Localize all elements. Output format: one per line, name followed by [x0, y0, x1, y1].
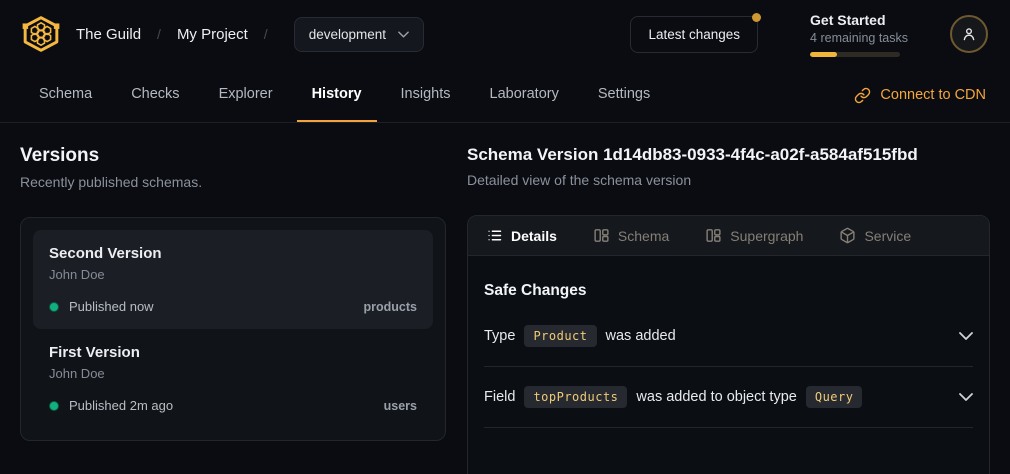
- connect-to-cdn-label: Connect to CDN: [880, 87, 986, 103]
- published-status-dot: [49, 401, 59, 411]
- safe-changes-heading: Safe Changes: [484, 282, 973, 300]
- version-list-item[interactable]: Second Version John Doe Published now pr…: [33, 230, 433, 329]
- detail-tab-schema[interactable]: Schema: [593, 227, 669, 244]
- change-code-badge: Query: [806, 386, 863, 408]
- versions-subtitle: Recently published schemas.: [20, 174, 446, 190]
- published-status-text: Published 2m ago: [69, 398, 173, 413]
- tab-settings[interactable]: Settings: [583, 68, 665, 122]
- tab-laboratory[interactable]: Laboratory: [475, 68, 574, 122]
- target-selector-dropdown[interactable]: development: [294, 17, 424, 52]
- versions-list: Second Version John Doe Published now pr…: [20, 217, 446, 441]
- change-row[interactable]: Type Product was added: [484, 306, 973, 367]
- tab-schema[interactable]: Schema: [24, 68, 107, 122]
- version-name: First Version: [49, 344, 417, 361]
- detail-tab-label: Details: [511, 228, 557, 244]
- change-prefix: Field: [484, 389, 515, 405]
- tab-history[interactable]: History: [297, 68, 377, 122]
- detail-tab-label: Service: [864, 228, 911, 244]
- change-row[interactable]: Field topProducts was added to object ty…: [484, 367, 973, 428]
- versions-title: Versions: [20, 145, 446, 167]
- notification-dot: [752, 13, 761, 22]
- change-code-badge: topProducts: [524, 386, 627, 408]
- detail-tab-supergraph[interactable]: Supergraph: [705, 227, 803, 244]
- change-prefix: Type: [484, 328, 515, 344]
- cube-icon: [839, 227, 856, 244]
- latest-changes-label: Latest changes: [648, 27, 740, 42]
- published-status-text: Published now: [69, 299, 154, 314]
- version-meta-row: Published now products: [49, 299, 417, 314]
- breadcrumb-project[interactable]: My Project: [173, 26, 252, 43]
- tab-insights[interactable]: Insights: [386, 68, 466, 122]
- project-nav-tabs: Schema Checks Explorer History Insights …: [0, 68, 1010, 123]
- version-author: John Doe: [49, 366, 417, 381]
- version-list-item[interactable]: First Version John Doe Published 2m ago …: [33, 329, 433, 428]
- chevron-down-icon[interactable]: [959, 393, 973, 401]
- chevron-down-icon: [398, 31, 409, 38]
- breadcrumb-separator: /: [264, 26, 268, 42]
- version-author: John Doe: [49, 267, 417, 282]
- progress-fill: [810, 52, 837, 57]
- detail-body: Safe Changes Type Product was added Fiel…: [468, 256, 989, 428]
- version-detail-column: Schema Version 1d14db83-0933-4f4c-a02f-a…: [467, 145, 990, 474]
- tab-explorer[interactable]: Explorer: [204, 68, 288, 122]
- detail-tab-service[interactable]: Service: [839, 227, 911, 244]
- user-avatar[interactable]: [950, 15, 988, 53]
- breadcrumb-separator: /: [157, 26, 161, 42]
- tab-checks[interactable]: Checks: [116, 68, 194, 122]
- top-header: The Guild / My Project / development Lat…: [0, 0, 1010, 68]
- detail-tab-details[interactable]: Details: [486, 227, 557, 244]
- latest-changes-button[interactable]: Latest changes: [630, 16, 758, 53]
- versions-column: Versions Recently published schemas. Sec…: [20, 145, 446, 474]
- get-started-subtitle: 4 remaining tasks: [810, 31, 908, 45]
- get-started-title: Get Started: [810, 12, 908, 28]
- service-name-badge: users: [384, 399, 417, 413]
- connect-to-cdn-link[interactable]: Connect to CDN: [854, 68, 986, 122]
- link-chain-icon: [854, 87, 871, 104]
- version-name: Second Version: [49, 245, 417, 262]
- detail-tab-label: Supergraph: [730, 228, 803, 244]
- detail-tab-bar: Details Schema: [468, 216, 989, 256]
- get-started-progress-bar: [810, 52, 900, 57]
- columns-icon: [705, 227, 722, 244]
- published-status-dot: [49, 302, 59, 312]
- main-content: Versions Recently published schemas. Sec…: [0, 123, 1010, 474]
- detail-tab-label: Schema: [618, 228, 669, 244]
- schema-version-subtitle: Detailed view of the schema version: [467, 172, 990, 188]
- service-name-badge: products: [364, 300, 417, 314]
- guild-honeycomb-logo[interactable]: [22, 15, 60, 53]
- list-icon: [486, 227, 503, 244]
- change-code-badge: Product: [524, 325, 596, 347]
- get-started-widget[interactable]: Get Started 4 remaining tasks: [810, 12, 908, 57]
- change-middle: was added: [606, 328, 676, 344]
- columns-icon: [593, 227, 610, 244]
- schema-version-title: Schema Version 1d14db83-0933-4f4c-a02f-a…: [467, 145, 990, 165]
- person-icon: [960, 25, 978, 43]
- breadcrumb-org[interactable]: The Guild: [72, 26, 145, 43]
- chevron-down-icon[interactable]: [959, 332, 973, 340]
- version-meta-row: Published 2m ago users: [49, 398, 417, 413]
- target-selector-value: development: [309, 27, 386, 42]
- change-middle: was added to object type: [636, 389, 796, 405]
- version-detail-card: Details Schema: [467, 215, 990, 474]
